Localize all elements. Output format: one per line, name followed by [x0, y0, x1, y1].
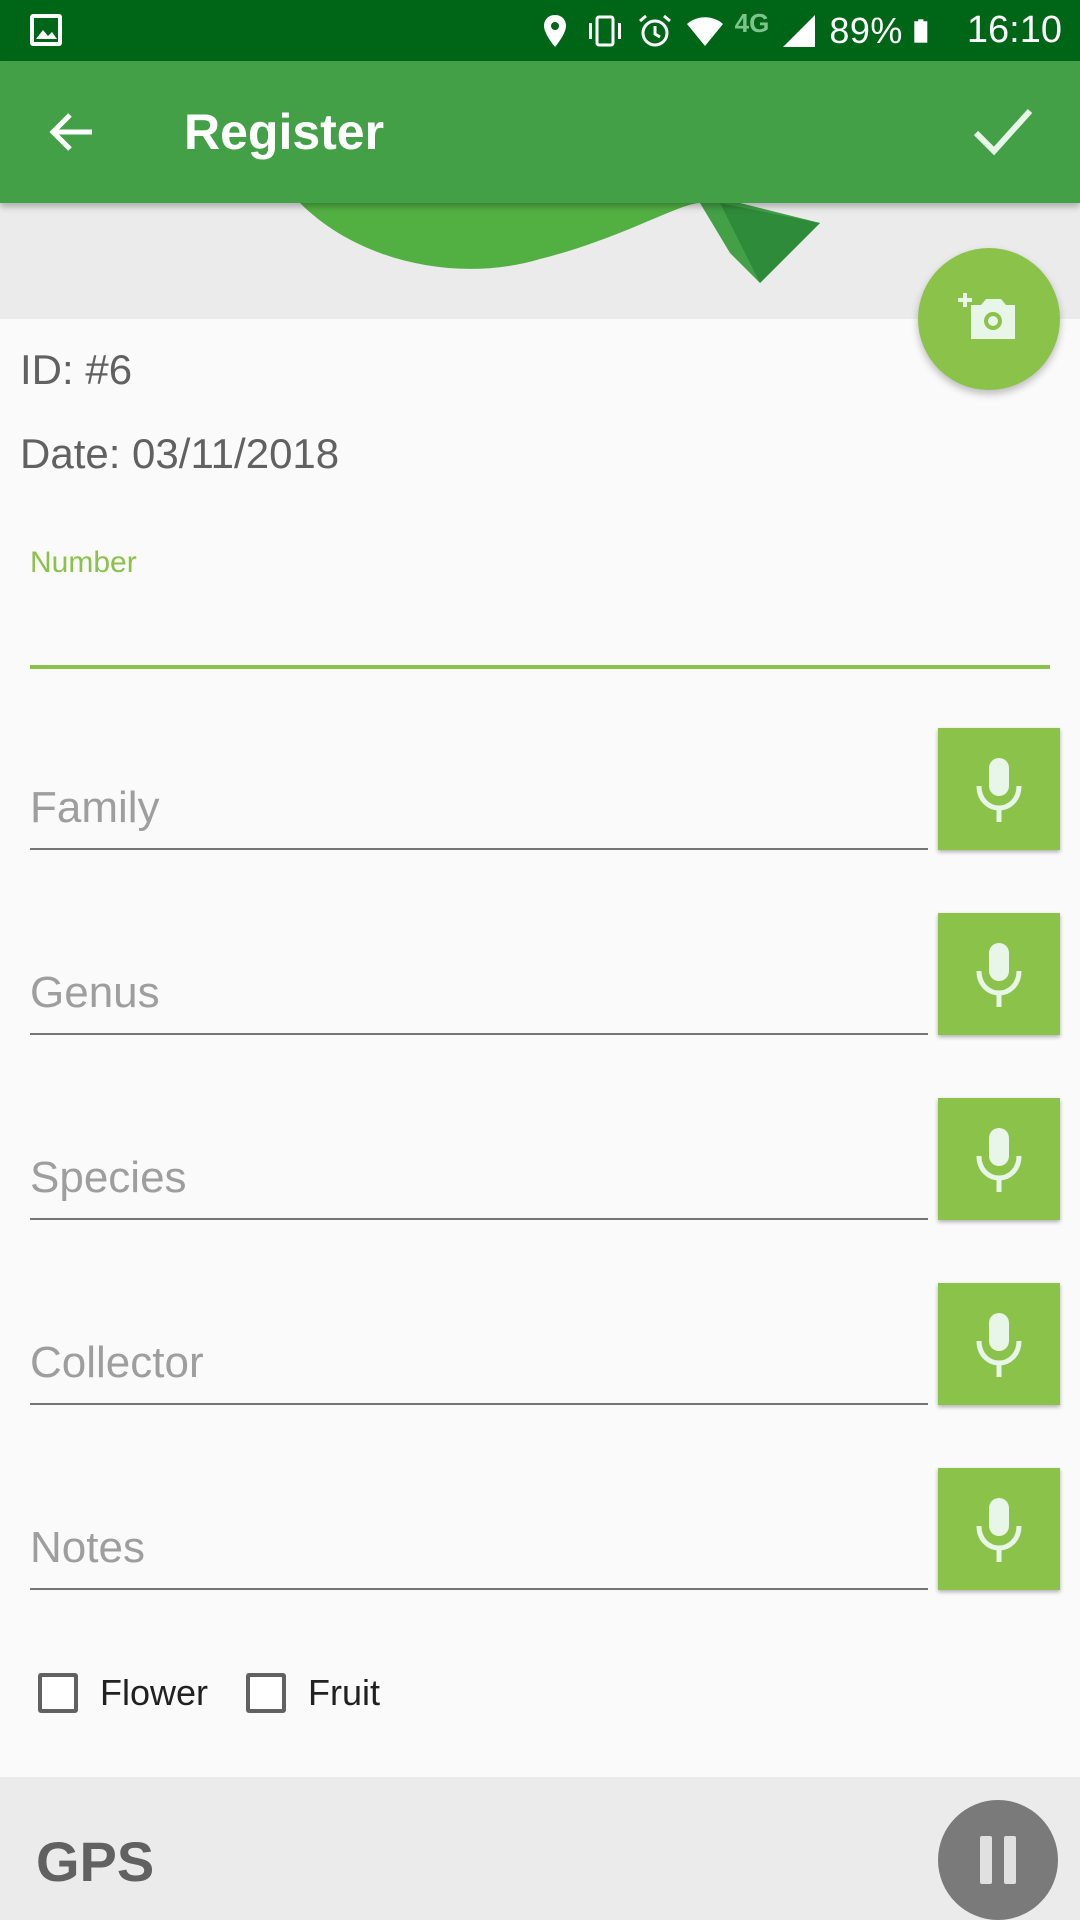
notes-mic-button[interactable]	[938, 1468, 1060, 1590]
checkbox-group: Flower Fruit	[38, 1672, 418, 1714]
species-mic-button[interactable]	[938, 1098, 1060, 1220]
genus-mic-button[interactable]	[938, 913, 1060, 1035]
record-id: ID: #6	[20, 346, 133, 393]
family-row	[0, 728, 1080, 852]
add-a-photo-icon	[958, 293, 1015, 339]
family-input[interactable]	[30, 768, 928, 850]
gps-title: GPS	[36, 1830, 155, 1893]
mic-icon	[976, 1498, 1022, 1562]
clock: 16:10	[966, 9, 1062, 51]
collector-input[interactable]	[30, 1323, 928, 1405]
mic-icon	[976, 1128, 1022, 1192]
status-bar-right: 4G 89% 16:10	[535, 0, 1062, 61]
pause-icon	[980, 1836, 1016, 1884]
flower-checkbox[interactable]	[38, 1673, 78, 1713]
header-image	[0, 203, 1080, 319]
mic-icon	[976, 1313, 1022, 1377]
collector-row	[0, 1283, 1080, 1407]
status-bar: 4G 89% 16:10	[0, 0, 1080, 61]
notes-input[interactable]	[30, 1508, 928, 1590]
network-type: 4G	[734, 8, 770, 38]
alarm-icon	[638, 14, 671, 46]
fruit-checkbox-item[interactable]: Fruit	[246, 1672, 380, 1714]
app-bar: Register	[0, 61, 1080, 203]
family-mic-button[interactable]	[938, 728, 1060, 850]
gps-section: GPS	[0, 1777, 1080, 1920]
arrow-back-icon[interactable]	[40, 100, 104, 164]
species-input[interactable]	[30, 1138, 928, 1220]
battery-icon	[914, 18, 928, 43]
collector-mic-button[interactable]	[938, 1283, 1060, 1405]
page-title: Register	[184, 104, 385, 160]
flower-checkbox-item[interactable]: Flower	[38, 1672, 208, 1714]
genus-input[interactable]	[30, 953, 928, 1035]
vibrate-icon	[588, 15, 621, 46]
battery-percent: 89%	[829, 9, 903, 51]
number-field-label: Number	[30, 546, 137, 579]
check-icon[interactable]	[968, 97, 1038, 167]
location-icon	[543, 14, 566, 47]
flower-checkbox-label[interactable]: Flower	[100, 1672, 208, 1714]
species-row	[0, 1098, 1080, 1222]
record-date: Date: 03/11/2018	[20, 430, 340, 477]
leaf-illustration	[300, 203, 820, 283]
genus-row	[0, 913, 1080, 1037]
mic-icon	[976, 943, 1022, 1007]
add-photo-button[interactable]	[918, 248, 1060, 390]
notes-row	[0, 1468, 1080, 1592]
image-notification-icon	[30, 14, 62, 46]
fruit-checkbox[interactable]	[246, 1673, 287, 1713]
fruit-checkbox-label[interactable]: Fruit	[308, 1672, 380, 1714]
wifi-icon	[686, 16, 723, 46]
signal-icon	[783, 14, 816, 47]
number-input[interactable]	[30, 585, 1050, 669]
mic-icon	[976, 758, 1022, 822]
gps-pause-button[interactable]	[938, 1800, 1058, 1920]
